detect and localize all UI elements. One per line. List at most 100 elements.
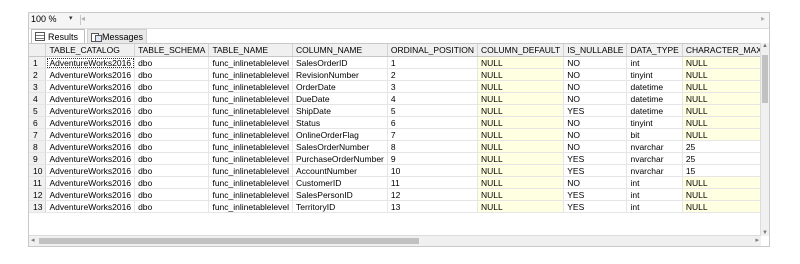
table-row[interactable]: 9 AdventureWorks2016 dbo func_inlinetablele… <box>29 152 761 165</box>
cell-column-name[interactable]: OnlineOrderFlag <box>292 128 388 141</box>
cell-column-name[interactable]: DueDate <box>292 92 388 105</box>
column-header-table-name[interactable]: TABLE_NAME <box>208 44 294 57</box>
table-row[interactable]: 8 AdventureWorks2016 dbo func_inlinetablele… <box>29 140 761 153</box>
cell-table-catalog[interactable]: AdventureWorks2016 <box>45 104 136 117</box>
cell-table-schema[interactable]: dbo <box>134 92 210 105</box>
cell-is-nullable[interactable]: YES <box>563 152 628 165</box>
cell-is-nullable[interactable]: NO <box>563 176 628 189</box>
cell-character-maximum[interactable]: NULL <box>682 80 761 93</box>
cell-table-name[interactable]: func_inlinetablelevel <box>208 56 294 69</box>
cell-rownum[interactable]: 1 <box>29 56 47 69</box>
table-row[interactable]: 3 AdventureWorks2016 dbo func_inlinetablele… <box>29 80 761 93</box>
scroll-down-icon[interactable]: ▼ <box>762 230 768 236</box>
cell-rownum[interactable]: 12 <box>29 188 47 201</box>
cell-table-catalog[interactable]: AdventureWorks2016 <box>45 188 136 201</box>
vertical-scroll-thumb[interactable] <box>762 55 768 103</box>
column-header-table-catalog[interactable]: TABLE_CATALOG <box>45 44 136 57</box>
cell-table-schema[interactable]: dbo <box>134 80 210 93</box>
cell-character-maximum[interactable]: NULL <box>682 116 761 129</box>
cell-is-nullable[interactable]: NO <box>563 128 628 141</box>
cell-rownum[interactable]: 6 <box>29 116 47 129</box>
cell-table-catalog[interactable]: AdventureWorks2016 <box>45 116 136 129</box>
cell-is-nullable[interactable]: NO <box>563 56 628 69</box>
cell-table-catalog[interactable]: AdventureWorks2016 <box>45 80 136 93</box>
cell-character-maximum[interactable]: NULL <box>682 128 761 141</box>
cell-data-type[interactable]: nvarchar <box>626 152 683 165</box>
cell-character-maximum[interactable]: 25 <box>682 152 761 165</box>
cell-table-catalog[interactable]: AdventureWorks2016 <box>45 68 136 81</box>
cell-column-name[interactable]: AccountNumber <box>292 164 388 177</box>
cell-column-default[interactable]: NULL <box>477 80 565 93</box>
column-header-column-name[interactable]: COLUMN_NAME <box>292 44 388 57</box>
cell-character-maximum[interactable]: NULL <box>682 176 761 189</box>
cell-table-name[interactable]: func_inlinetablelevel <box>208 152 294 165</box>
cell-is-nullable[interactable]: YES <box>563 200 628 213</box>
cell-ordinal-position[interactable]: 6 <box>387 116 479 129</box>
cell-data-type[interactable]: datetime <box>626 104 683 117</box>
cell-table-schema[interactable]: dbo <box>134 164 210 177</box>
cell-data-type[interactable]: datetime <box>626 92 683 105</box>
zoom-dropdown-icon[interactable]: ▾ <box>69 14 73 22</box>
cell-table-name[interactable]: func_inlinetablelevel <box>208 176 294 189</box>
cell-rownum[interactable]: 4 <box>29 92 47 105</box>
editor-scroll-left-icon[interactable]: ◂ <box>81 14 85 23</box>
column-header-rownum[interactable] <box>29 44 47 57</box>
cell-ordinal-position[interactable]: 9 <box>387 152 479 165</box>
cell-column-name[interactable]: CustomerID <box>292 176 388 189</box>
results-grid[interactable]: TABLE_CATALOG TABLE_SCHEMA TABLE_NAME CO… <box>29 43 761 237</box>
cell-is-nullable[interactable]: YES <box>563 104 628 117</box>
table-row[interactable]: 10 AdventureWorks2016 dbo func_inlinetablel… <box>29 164 761 177</box>
cell-character-maximum[interactable]: NULL <box>682 104 761 117</box>
cell-column-name[interactable]: RevisionNumber <box>292 68 388 81</box>
column-header-table-schema[interactable]: TABLE_SCHEMA <box>134 44 210 57</box>
cell-table-catalog[interactable]: AdventureWorks2016 <box>45 92 136 105</box>
cell-table-name[interactable]: func_inlinetablelevel <box>208 104 294 117</box>
cell-table-name[interactable]: func_inlinetablelevel <box>208 200 294 213</box>
cell-rownum[interactable]: 13 <box>29 200 47 213</box>
horizontal-scroll-thumb[interactable] <box>39 238 419 244</box>
cell-rownum[interactable]: 3 <box>29 80 47 93</box>
column-header-column-default[interactable]: COLUMN_DEFAULT <box>477 44 565 57</box>
cell-table-schema[interactable]: dbo <box>134 56 210 69</box>
cell-table-catalog[interactable]: AdventureWorks2016 <box>45 164 136 177</box>
cell-table-name[interactable]: func_inlinetablelevel <box>208 80 294 93</box>
cell-character-maximum[interactable]: NULL <box>682 56 761 69</box>
cell-data-type[interactable]: tinyint <box>626 116 683 129</box>
column-header-character-maximum[interactable]: CHARACTER_MAXIM <box>682 44 761 57</box>
scroll-left-icon[interactable]: ◂ <box>31 236 35 244</box>
cell-column-default[interactable]: NULL <box>477 200 565 213</box>
cell-rownum[interactable]: 5 <box>29 104 47 117</box>
cell-ordinal-position[interactable]: 12 <box>387 188 479 201</box>
cell-table-name[interactable]: func_inlinetablelevel <box>208 116 294 129</box>
cell-table-catalog[interactable]: AdventureWorks2016 <box>45 140 136 153</box>
table-row[interactable]: 7 AdventureWorks2016 dbo func_inlinetablele… <box>29 128 761 141</box>
cell-column-name[interactable]: PurchaseOrderNumber <box>292 152 388 165</box>
cell-column-default[interactable]: NULL <box>477 152 565 165</box>
cell-ordinal-position[interactable]: 1 <box>387 56 479 69</box>
cell-table-name[interactable]: func_inlinetablelevel <box>208 128 294 141</box>
cell-character-maximum[interactable]: 25 <box>682 140 761 153</box>
cell-table-schema[interactable]: dbo <box>134 152 210 165</box>
cell-table-catalog[interactable]: AdventureWorks2016 <box>45 152 136 165</box>
cell-character-maximum[interactable]: NULL <box>682 200 761 213</box>
cell-character-maximum[interactable]: NULL <box>682 188 761 201</box>
cell-column-default[interactable]: NULL <box>477 92 565 105</box>
cell-table-schema[interactable]: dbo <box>134 68 210 81</box>
cell-rownum[interactable]: 7 <box>29 128 47 141</box>
cell-table-catalog[interactable]: AdventureWorks2016 <box>45 200 136 213</box>
cell-data-type[interactable]: nvarchar <box>626 164 683 177</box>
table-row[interactable]: 12 AdventureWorks2016 dbo func_inlinetablel… <box>29 188 761 201</box>
cell-table-name[interactable]: func_inlinetablelevel <box>208 92 294 105</box>
cell-table-schema[interactable]: dbo <box>134 116 210 129</box>
cell-column-name[interactable]: OrderDate <box>292 80 388 93</box>
cell-column-default[interactable]: NULL <box>477 128 565 141</box>
column-header-ordinal-position[interactable]: ORDINAL_POSITION <box>387 44 479 57</box>
cell-table-name[interactable]: func_inlinetablelevel <box>208 140 294 153</box>
cell-column-default[interactable]: NULL <box>477 176 565 189</box>
cell-table-schema[interactable]: dbo <box>134 128 210 141</box>
table-row[interactable]: 2 AdventureWorks2016 dbo func_inlinetablele… <box>29 68 761 81</box>
cell-column-default[interactable]: NULL <box>477 104 565 117</box>
cell-data-type[interactable]: nvarchar <box>626 140 683 153</box>
cell-column-name[interactable]: SalesOrderNumber <box>292 140 388 153</box>
cell-data-type[interactable]: bit <box>626 128 683 141</box>
